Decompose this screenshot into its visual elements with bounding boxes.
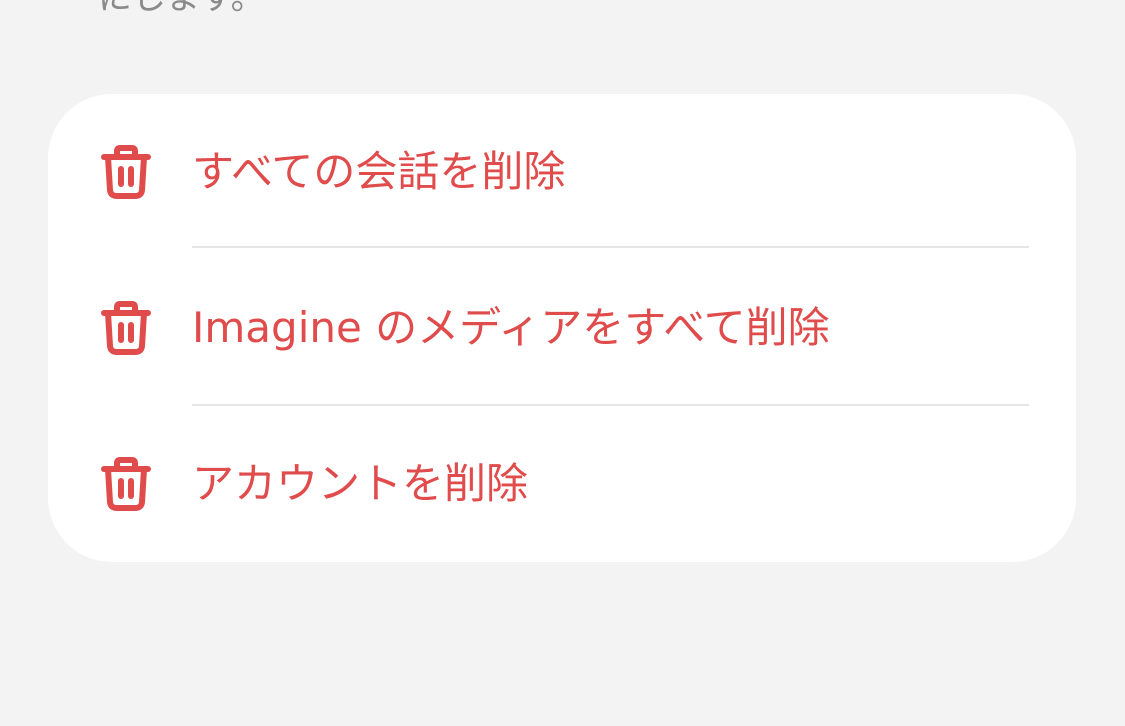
delete-account-label: アカウントを削除 bbox=[192, 459, 529, 508]
delete-all-imagine-media-button[interactable]: Imagine のメディアをすべて削除 bbox=[48, 250, 1076, 406]
trash-icon bbox=[101, 457, 151, 511]
delete-account-button[interactable]: アカウントを削除 bbox=[48, 406, 1076, 562]
danger-zone-card: すべての会話を削除 Imagine のメディアをすべて削除 アカウントを削除 bbox=[48, 94, 1076, 562]
delete-all-conversations-button[interactable]: すべての会話を削除 bbox=[48, 94, 1076, 250]
delete-all-imagine-media-label: Imagine のメディアをすべて削除 bbox=[192, 303, 830, 352]
trash-icon bbox=[101, 301, 151, 355]
divider bbox=[192, 246, 1029, 248]
trash-icon bbox=[101, 145, 151, 199]
description-text: にします。 bbox=[98, 0, 265, 18]
delete-all-conversations-label: すべての会話を削除 bbox=[192, 147, 566, 196]
